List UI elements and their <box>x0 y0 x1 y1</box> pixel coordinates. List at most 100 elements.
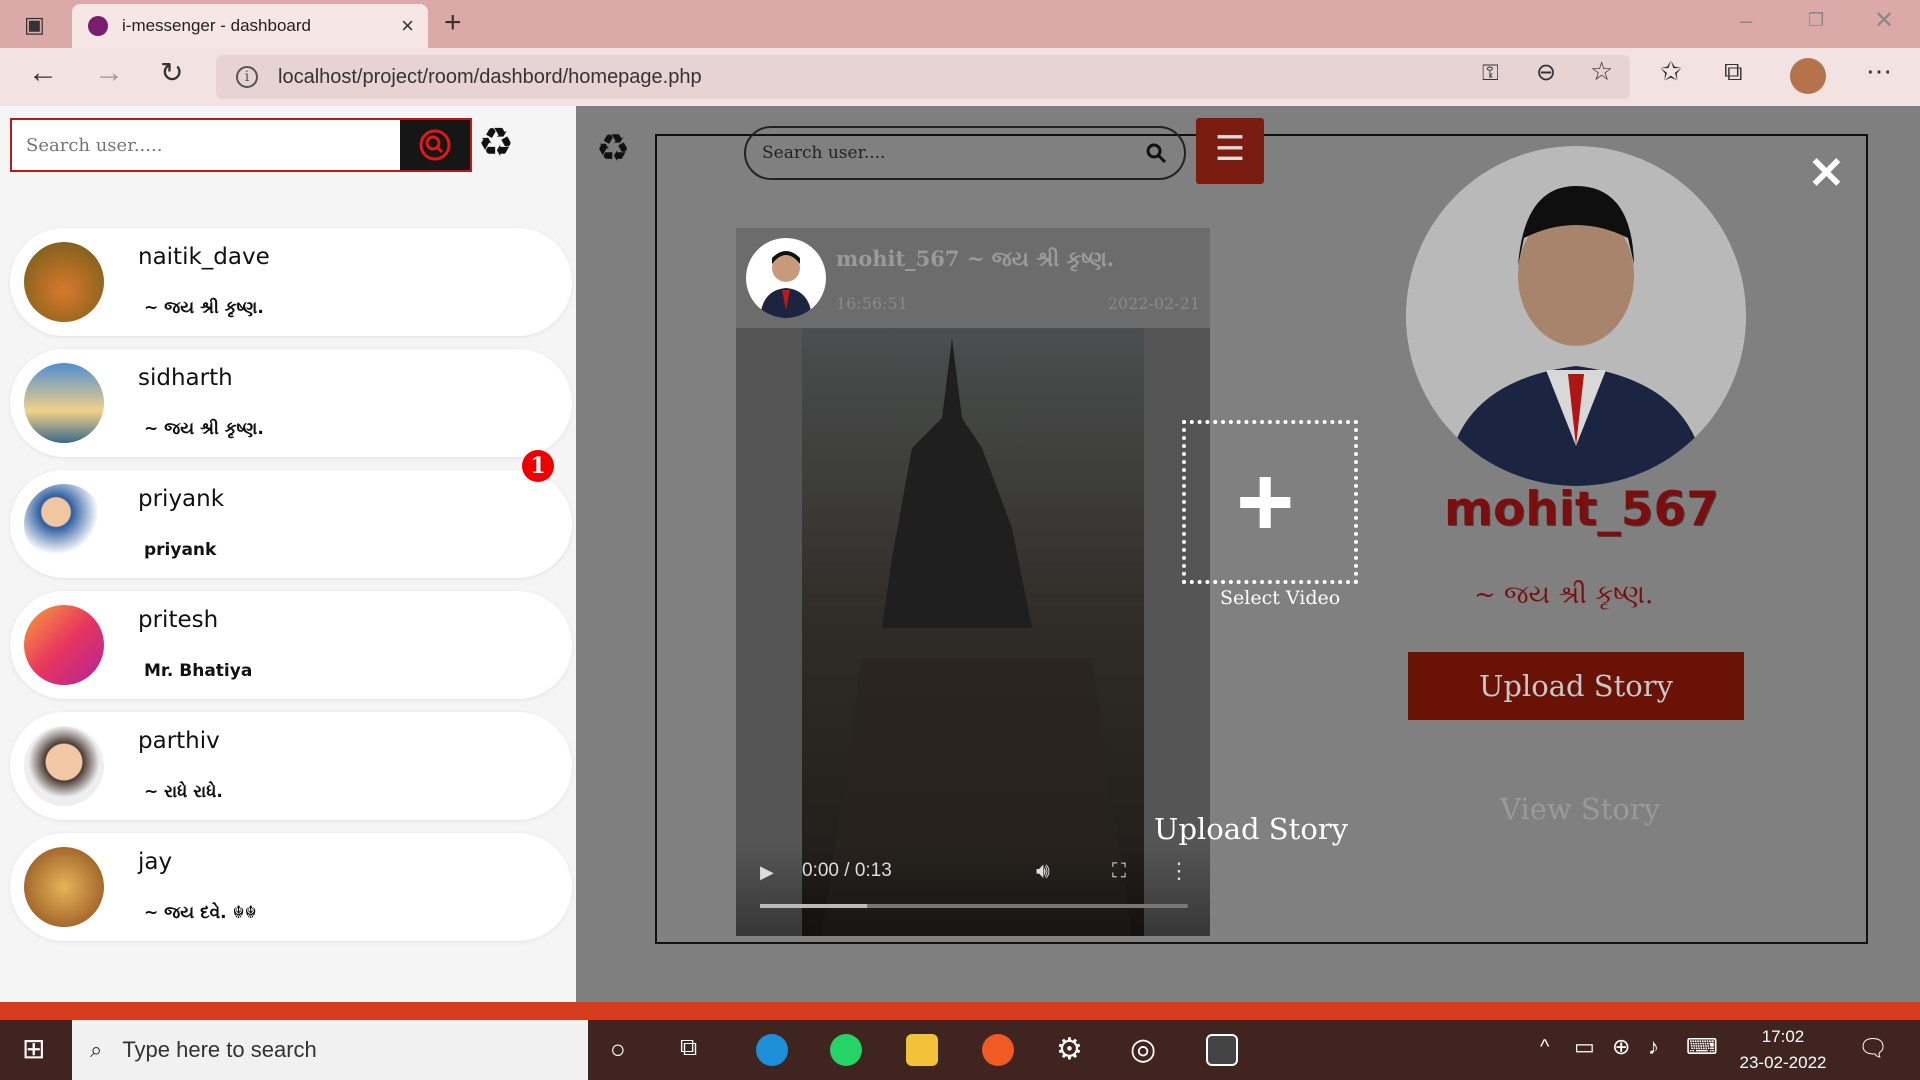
select-video-label: Select Video <box>1220 587 1341 609</box>
edge-icon[interactable] <box>756 1034 788 1066</box>
search-icon <box>419 129 451 161</box>
profile-status: ~ જય શ્રી કૃષ્ણ. <box>1474 580 1654 610</box>
notifications-icon[interactable]: 🗨︎ <box>1858 1034 1888 1063</box>
search-icon: ⌕ <box>90 1037 103 1062</box>
add-favorite-icon[interactable]: ☆ <box>1590 56 1613 87</box>
avatar <box>24 242 104 322</box>
video-time: 0:00 / 0:13 <box>802 860 892 881</box>
site-favicon-icon <box>88 16 108 36</box>
battery-icon[interactable]: ▭ <box>1574 1034 1595 1060</box>
profile-avatar <box>1406 146 1746 486</box>
user-item-jay[interactable]: jay ~ જય દવે. ☬☬ <box>10 833 572 941</box>
taskbar-search-placeholder: Type here to search <box>122 1037 317 1062</box>
profile-avatar-icon[interactable] <box>1790 58 1826 94</box>
favorites-icon[interactable]: ✩ <box>1660 56 1682 87</box>
video-more-icon[interactable]: ⋮ <box>1168 858 1190 884</box>
new-tab-icon[interactable]: + <box>444 6 462 40</box>
network-icon[interactable]: ⊕ <box>1612 1034 1630 1060</box>
main-search-field[interactable]: Search user.... <box>744 126 1186 180</box>
user-status: Mr. Bhatiya <box>144 661 253 681</box>
user-item-pritesh[interactable]: pritesh Mr. Bhatiya <box>10 591 572 699</box>
whatsapp-icon[interactable] <box>830 1034 862 1066</box>
address-field[interactable]: i localhost/project/room/dashbord/homepa… <box>216 55 1630 99</box>
upload-story-button[interactable]: Upload Story <box>1408 652 1744 720</box>
user-status: priyank <box>144 540 217 560</box>
user-status: ~ રાધે રાધે. <box>144 782 223 802</box>
post-author-avatar <box>746 238 826 318</box>
brave-icon[interactable] <box>982 1034 1014 1066</box>
post-author: mohit_567 ~ જય શ્રી કૃષ્ણ. <box>836 246 1115 271</box>
user-name: priyank <box>138 486 225 512</box>
avatar <box>24 363 104 443</box>
cortana-icon[interactable]: ○ <box>610 1034 626 1065</box>
main-search-placeholder: Search user.... <box>762 143 886 163</box>
user-item-priyank[interactable]: 1 priyank priyank <box>10 450 572 578</box>
play-icon[interactable]: ▶ <box>760 862 774 883</box>
post-time: 16:56:51 <box>836 294 908 313</box>
hamburger-menu-button[interactable]: ☰ <box>1196 118 1264 184</box>
restore-icon[interactable]: ❐ <box>1808 10 1824 31</box>
user-status: ~ જય શ્રી કૃષ્ણ. <box>144 298 264 318</box>
user-name: parthiv <box>138 728 220 754</box>
user-name: pritesh <box>138 607 219 633</box>
windows-taskbar: ⊞ ⌕ Type here to search ○ ⧉ ⚙ ◎ ^ ▭ ⊕ ♪ … <box>0 1020 1920 1080</box>
avatar <box>24 847 104 927</box>
video-progress-fill <box>760 904 867 908</box>
avatar <box>24 726 104 806</box>
user-status: ~ જય દવે. ☬☬ <box>144 903 257 923</box>
key-icon[interactable]: ⚿ <box>1482 60 1499 86</box>
search-button[interactable] <box>400 120 470 170</box>
site-info-icon[interactable]: i <box>236 66 258 88</box>
unread-badge: 1 <box>522 450 554 482</box>
upload-story-caption: Upload Story <box>1154 812 1349 846</box>
volume-icon[interactable]: ♪ <box>1648 1034 1659 1060</box>
user-item-sidharth[interactable]: sidharth ~ જય શ્રી કૃષ્ણ. <box>10 349 572 457</box>
user-name: sidharth <box>138 365 233 391</box>
fullscreen-icon[interactable]: ⛶ <box>1112 860 1126 883</box>
tab-actions-icon[interactable]: ▣ <box>24 12 45 38</box>
collections-icon[interactable]: ⧉ <box>1724 56 1743 88</box>
page-bottom-bar <box>0 1002 1920 1020</box>
hamburger-icon: ☰ <box>1214 130 1246 168</box>
video-progress-bar[interactable] <box>760 904 1188 908</box>
user-status: ~ જય શ્રી કૃષ્ણ. <box>144 419 264 439</box>
file-explorer-icon[interactable] <box>906 1034 938 1066</box>
user-name: jay <box>138 849 173 875</box>
window-close-icon[interactable]: ✕ <box>1874 6 1894 35</box>
start-icon[interactable]: ⊞ <box>22 1032 45 1065</box>
profile-name: mohit_567 <box>1444 482 1719 537</box>
tab-close-icon[interactable]: × <box>401 13 414 39</box>
user-name: naitik_dave <box>138 244 270 270</box>
minimize-icon[interactable]: – <box>1740 8 1752 34</box>
user-item-naitik-dave[interactable]: naitik_dave ~ જય શ્રી કૃષ્ણ. <box>10 228 572 336</box>
refresh-recycle-icon[interactable]: ♻ <box>478 120 514 166</box>
user-item-parthiv[interactable]: parthiv ~ રાધે રાધે. <box>10 712 572 820</box>
keyboard-icon[interactable]: ⌨ <box>1686 1034 1718 1060</box>
forward-icon[interactable]: → <box>94 56 124 90</box>
task-view-icon[interactable]: ⧉ <box>680 1034 697 1062</box>
avatar <box>24 484 104 564</box>
settings-icon[interactable]: ⚙ <box>1056 1032 1083 1067</box>
post-header: mohit_567 ~ જય શ્રી કૃષ્ણ. 16:56:51 2022… <box>736 228 1210 328</box>
taskbar-search[interactable]: ⌕ Type here to search <box>72 1020 588 1080</box>
active-tab[interactable]: i-messenger - dashboard × <box>72 4 428 48</box>
photos-icon[interactable] <box>1206 1034 1238 1066</box>
modal-close-icon[interactable]: ✕ <box>1808 148 1845 199</box>
browser-tabbar: ▣ i-messenger - dashboard × + – ❐ ✕ <box>0 0 1920 48</box>
address-bar-row: ← → ↻ i localhost/project/room/dashbord/… <box>0 48 1920 106</box>
post-date: 2022-02-21 <box>1107 294 1200 313</box>
back-icon[interactable]: ← <box>28 56 58 90</box>
view-story-link[interactable]: View Story <box>1500 792 1660 826</box>
system-clock[interactable]: 17:02 23-02-2022 <box>1738 1024 1828 1076</box>
plus-icon[interactable]: + <box>1236 452 1294 552</box>
zoom-out-icon[interactable]: ⊖ <box>1536 58 1556 87</box>
tray-chevron-icon[interactable]: ^ <box>1540 1036 1549 1059</box>
main-recycle-icon[interactable]: ♻ <box>596 126 630 171</box>
avatar <box>24 605 104 685</box>
search-input[interactable] <box>12 120 400 170</box>
search-icon[interactable] <box>1144 141 1168 165</box>
reload-icon[interactable]: ↻ <box>160 56 183 89</box>
volume-icon[interactable]: 🔊︎ <box>1036 858 1050 884</box>
more-menu-icon[interactable]: ⋯ <box>1866 56 1892 87</box>
media-icon[interactable]: ◎ <box>1130 1032 1156 1067</box>
